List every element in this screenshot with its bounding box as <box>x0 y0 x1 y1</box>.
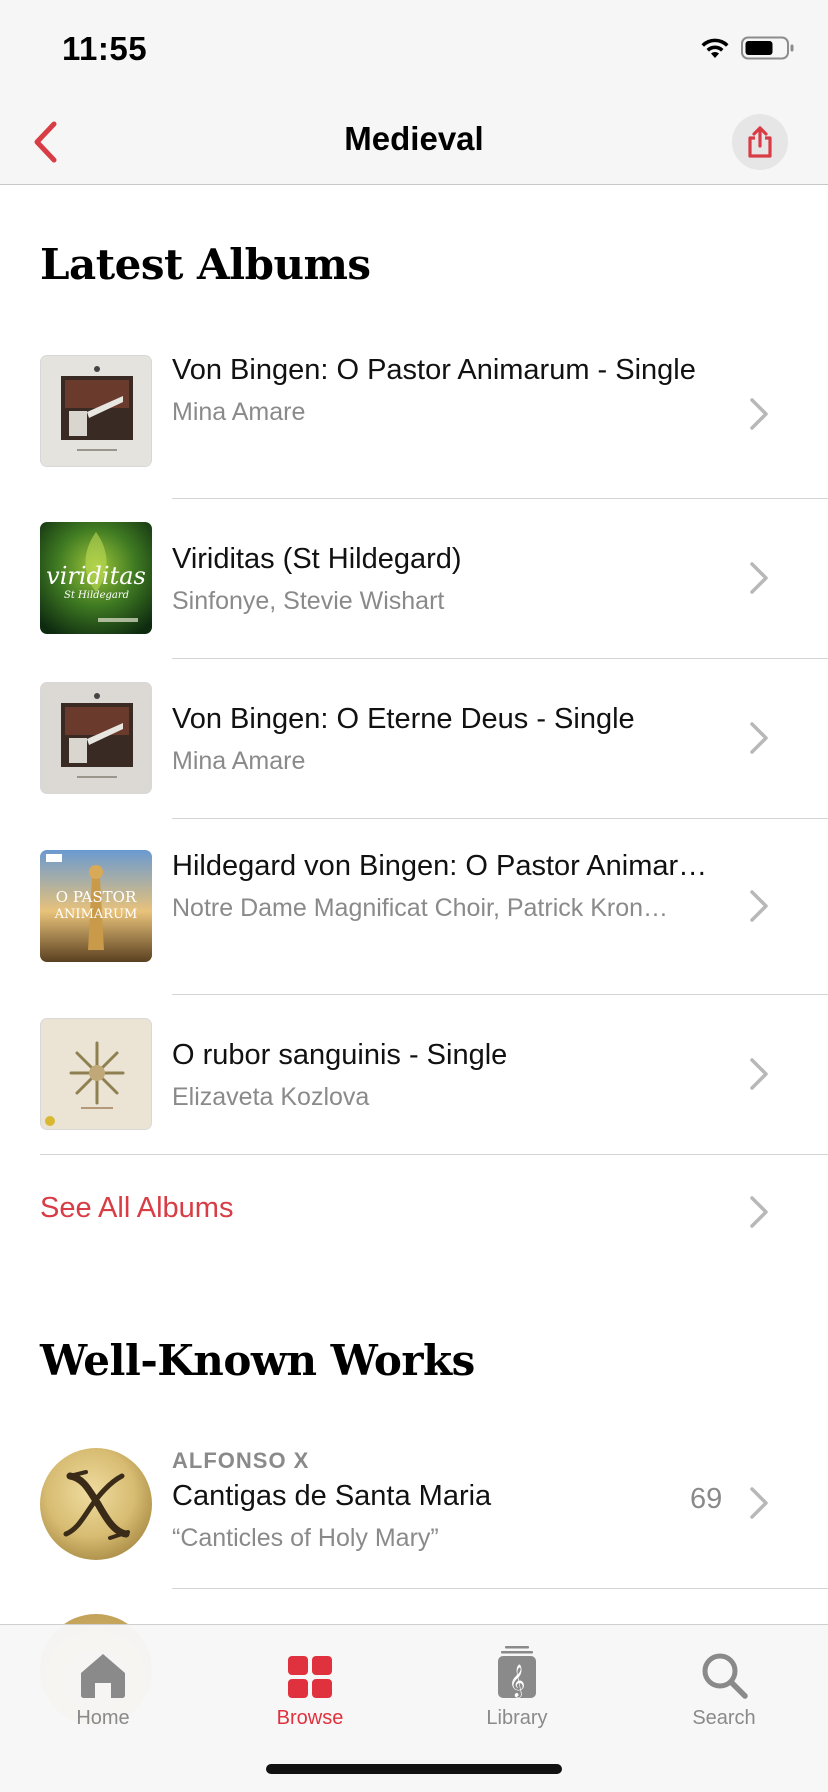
album-title: Hildegard von Bingen: O Pastor Animarum … <box>172 850 712 882</box>
album-art-image <box>41 1019 151 1129</box>
divider <box>172 658 828 659</box>
chevron-right-icon <box>750 1058 768 1090</box>
album-art-image <box>41 356 151 466</box>
magnifier-icon <box>702 1653 748 1699</box>
svg-text:𝄞: 𝄞 <box>509 1664 526 1698</box>
album-art-image: O PASTOR ANIMARUM <box>40 850 152 962</box>
tab-label: Library <box>486 1707 548 1729</box>
battery-icon <box>741 36 794 60</box>
album-art-image <box>41 683 151 793</box>
work-art-image <box>40 1448 152 1560</box>
divider <box>172 994 828 995</box>
chevron-right-icon <box>750 562 768 594</box>
work-composer: ALFONSO X <box>172 1448 310 1473</box>
album-info: O rubor sanguinis - Single Elizaveta Koz… <box>172 1033 712 1117</box>
album-row[interactable]: O PASTOR ANIMARUM Hildegard von Bingen: … <box>0 820 828 996</box>
album-artwork: O PASTOR ANIMARUM <box>40 850 152 962</box>
status-bar: 11:55 <box>0 0 828 100</box>
album-artist: Sinfonye, Stevie Wishart <box>172 587 445 615</box>
album-artwork: viriditas St Hildegard <box>40 522 152 634</box>
album-artist: Mina Amare <box>172 747 306 775</box>
album-info: Von Bingen: O Pastor Animarum - Single M… <box>172 348 712 432</box>
chevron-right-icon <box>750 1196 768 1228</box>
page-title: Medieval <box>344 120 484 157</box>
home-indicator[interactable] <box>266 1764 562 1774</box>
work-subtitle: “Canticles of Holy Mary” <box>172 1524 439 1552</box>
divider <box>172 818 828 819</box>
tab-label: Home <box>76 1707 130 1729</box>
chevron-right-icon <box>750 398 768 430</box>
share-button[interactable] <box>732 114 788 170</box>
album-info: Viriditas (St Hildegard) Sinfonye, Stevi… <box>172 537 712 621</box>
album-row[interactable]: O rubor sanguinis - Single Elizaveta Koz… <box>0 996 828 1156</box>
chevron-right-icon <box>750 890 768 922</box>
album-title: Von Bingen: O Eterne Deus - Single <box>172 703 635 735</box>
tab-search[interactable]: Search <box>654 1639 794 1730</box>
svg-text:viriditas: viriditas <box>46 562 146 590</box>
section-title-well-known-works: Well-Known Works <box>40 1336 475 1385</box>
see-all-albums-link[interactable]: See All Albums <box>40 1192 233 1225</box>
tab-label: Browse <box>276 1707 344 1729</box>
album-art-image: viriditas St Hildegard <box>40 522 152 634</box>
tab-library[interactable]: 𝄞 Library <box>447 1639 587 1730</box>
svg-text:O PASTOR: O PASTOR <box>56 888 137 906</box>
album-title: O rubor sanguinis - Single <box>172 1039 508 1071</box>
grid-icon <box>288 1656 332 1698</box>
album-artist: Mina Amare <box>172 398 306 426</box>
album-row[interactable]: Von Bingen: O Pastor Animarum - Single M… <box>0 340 828 500</box>
chevron-right-icon <box>750 1487 768 1519</box>
work-recording-count: 69 <box>690 1483 723 1515</box>
house-icon <box>81 1654 125 1698</box>
album-title: Viriditas (St Hildegard) <box>172 543 462 575</box>
work-artwork[interactable] <box>40 1448 152 1560</box>
music-library-icon: 𝄞 <box>498 1646 536 1698</box>
album-artwork <box>40 1018 152 1130</box>
share-icon <box>748 126 772 158</box>
svg-text:St Hildegard: St Hildegard <box>64 590 129 601</box>
section-title-latest-albums: Latest Albums <box>40 240 371 289</box>
work-title[interactable]: Cantigas de Santa Maria <box>172 1480 491 1513</box>
album-info: Hildegard von Bingen: O Pastor Animarum … <box>172 844 712 928</box>
status-time: 11:55 <box>62 30 148 67</box>
album-title: Von Bingen: O Pastor Animarum - Single <box>172 354 696 386</box>
album-info: Von Bingen: O Eterne Deus - Single Mina … <box>172 697 712 781</box>
album-row[interactable]: Von Bingen: O Eterne Deus - Single Mina … <box>0 660 828 820</box>
album-row[interactable]: viriditas St Hildegard Viriditas (St Hil… <box>0 500 828 660</box>
album-artist: Elizaveta Kozlova <box>172 1083 370 1111</box>
tab-browse[interactable]: Browse <box>240 1639 380 1730</box>
navigation-bar: Medieval <box>0 100 828 185</box>
tab-home[interactable]: Home <box>33 1639 173 1730</box>
svg-text:ANIMARUM: ANIMARUM <box>54 907 138 922</box>
chevron-right-icon <box>750 722 768 754</box>
wifi-icon <box>701 38 729 58</box>
album-artwork <box>40 355 152 467</box>
tab-label: Search <box>692 1707 756 1729</box>
album-artist: Notre Dame Magnificat Choir, Patrick Kro… <box>172 894 669 922</box>
divider <box>172 498 828 499</box>
divider <box>40 1154 828 1155</box>
divider <box>172 1588 828 1589</box>
album-artwork <box>40 682 152 794</box>
